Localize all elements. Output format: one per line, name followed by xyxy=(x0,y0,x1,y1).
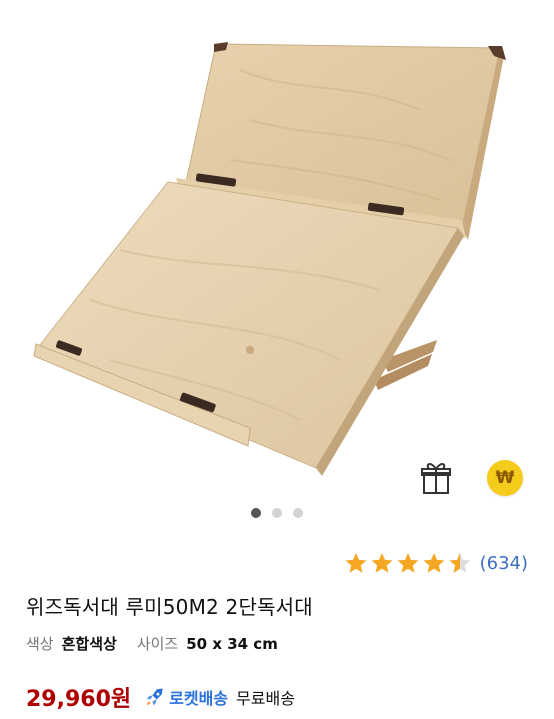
review-count[interactable]: (634) xyxy=(480,553,528,574)
rocket-delivery-label: 로켓배송 xyxy=(169,689,229,708)
size-option-value: 50 x 34 cm xyxy=(186,635,278,653)
carousel-dots xyxy=(0,508,554,518)
gift-button[interactable] xyxy=(416,458,456,498)
product-image[interactable] xyxy=(0,0,554,500)
color-option-label: 색상 xyxy=(26,635,54,653)
size-option-label: 사이즈 xyxy=(136,635,179,653)
rocket-icon xyxy=(146,688,163,706)
price: 29,960원 xyxy=(26,687,132,712)
carousel-dot-3[interactable] xyxy=(293,508,303,518)
star-icon xyxy=(371,553,393,573)
carousel-dot-1[interactable] xyxy=(251,508,261,518)
gift-icon xyxy=(421,463,451,494)
product-options: 색상 혼합색상 사이즈 50 x 34 cm xyxy=(26,633,278,654)
star-icon xyxy=(345,553,367,573)
star-icon xyxy=(397,553,419,573)
star-icon xyxy=(423,553,445,573)
carousel-dot-2[interactable] xyxy=(272,508,282,518)
wow-coin-icon[interactable]: ₩ xyxy=(487,460,523,496)
product-rating[interactable]: (634) xyxy=(344,551,528,575)
free-shipping-label: 무료배송 xyxy=(236,689,295,708)
product-title: 위즈독서대 루미50M2 2단독서대 xyxy=(26,595,313,619)
price-row: 29,960원 로켓배송 무료배송 xyxy=(26,681,295,713)
book-stand-photo xyxy=(33,42,506,476)
color-option-value: 혼합색상 xyxy=(61,635,117,653)
star-half-icon xyxy=(449,553,471,573)
